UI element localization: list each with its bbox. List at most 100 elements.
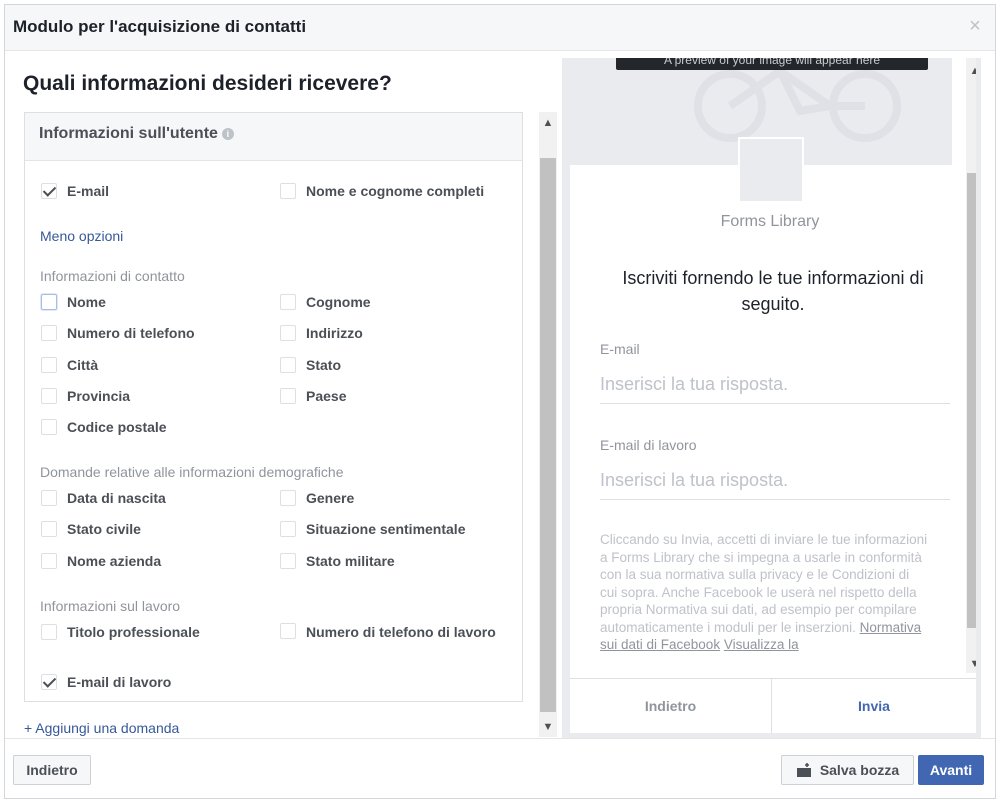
option-province[interactable]: Provincia xyxy=(41,387,130,405)
section-heading: Quali informazioni desideri ricevere? xyxy=(23,72,392,95)
cover-banner: A preview of your image will appear here xyxy=(616,58,928,70)
checkbox-postal-code[interactable] xyxy=(41,419,57,435)
checkbox-city[interactable] xyxy=(41,357,57,373)
checkbox-marital-status[interactable] xyxy=(41,521,57,537)
card-title: Informazioni sull'utente i xyxy=(39,125,234,143)
view-link[interactable]: Visualizza la xyxy=(724,637,799,652)
option-postal-code[interactable]: Codice postale xyxy=(41,418,167,436)
close-icon[interactable]: × xyxy=(963,14,987,38)
email-field[interactable]: Inserisci la tua risposta. xyxy=(600,364,950,404)
option-label: E-mail xyxy=(67,183,110,199)
checkbox-state[interactable] xyxy=(280,357,296,373)
checkbox-work-email[interactable] xyxy=(41,674,57,690)
scroll-up-icon[interactable]: ▲ xyxy=(539,114,557,132)
option-gender[interactable]: Genere xyxy=(280,489,354,507)
preview-back-button[interactable]: Indietro xyxy=(570,679,772,733)
option-city[interactable]: Città xyxy=(41,356,98,374)
section-title-work: Informazioni sul lavoro xyxy=(40,598,181,614)
checkbox-country[interactable] xyxy=(280,388,296,404)
work-email-field[interactable]: Inserisci la tua risposta. xyxy=(600,460,950,500)
info-icon[interactable]: i xyxy=(221,127,234,140)
option-phone[interactable]: Numero di telefono xyxy=(41,324,195,342)
form-heading: Iscriviti fornendo le tue informazioni d… xyxy=(622,268,924,314)
option-label: Situazione sentimentale xyxy=(306,521,466,537)
option-address[interactable]: Indirizzo xyxy=(280,324,363,342)
add-question-link[interactable]: + Aggiungi una domanda xyxy=(24,720,179,736)
preview-scrollbar[interactable]: ▲ ▼ xyxy=(966,58,976,673)
option-marital-status[interactable]: Stato civile xyxy=(41,520,141,538)
page-logo xyxy=(738,137,804,203)
dialog-header: Modulo per l'acquisizione di contatti × xyxy=(5,5,995,51)
save-draft-icon xyxy=(796,763,811,777)
option-job-title[interactable]: Titolo professionale xyxy=(41,623,200,641)
option-label: Data di nascita xyxy=(67,490,166,506)
option-label: Città xyxy=(67,357,99,373)
option-label: Numero di telefono di lavoro xyxy=(306,624,496,640)
checkbox-full-name[interactable] xyxy=(280,183,296,199)
checkbox-first-name[interactable] xyxy=(41,294,57,310)
option-work-phone[interactable]: Numero di telefono di lavoro xyxy=(280,622,510,642)
left-scrollbar-thumb[interactable] xyxy=(540,158,556,712)
field-label-email: E-mail xyxy=(600,341,640,357)
option-birth-date[interactable]: Data di nascita xyxy=(41,489,166,507)
option-work-email[interactable]: E-mail di lavoro xyxy=(41,673,171,691)
option-military-status[interactable]: Stato militare xyxy=(280,552,395,570)
option-first-name[interactable]: Nome xyxy=(41,293,106,311)
checkbox-email[interactable] xyxy=(41,183,57,199)
bicycle-illustration xyxy=(694,66,901,142)
option-label: Stato civile xyxy=(67,521,141,537)
card-title-text: Informazioni sull'utente xyxy=(39,125,218,142)
lead-form-dialog: Modulo per l'acquisizione di contatti × … xyxy=(4,4,996,799)
option-last-name[interactable]: Cognome xyxy=(280,293,371,311)
scroll-down-icon[interactable]: ▼ xyxy=(539,718,557,736)
option-label: Numero di telefono xyxy=(67,325,195,341)
checkbox-work-phone[interactable] xyxy=(280,623,296,639)
field-label-work-email: E-mail di lavoro xyxy=(600,437,697,453)
option-email[interactable]: E-mail xyxy=(41,182,109,200)
option-label: Indirizzo xyxy=(306,325,363,341)
option-label: Cognome xyxy=(306,294,371,310)
section-title-contact: Informazioni di contatto xyxy=(40,268,185,284)
option-label: Provincia xyxy=(67,388,131,404)
checkbox-company-name[interactable] xyxy=(41,553,57,569)
checkbox-address[interactable] xyxy=(280,325,296,341)
preview-send-button[interactable]: Invia xyxy=(772,679,976,733)
option-label: Codice postale xyxy=(67,419,167,435)
form-preview-panel: A preview of your image will appear here… xyxy=(562,58,981,738)
dialog-title: Modulo per l'acquisizione di contatti xyxy=(13,17,307,36)
next-button[interactable]: Avanti xyxy=(918,755,984,785)
scroll-down-icon[interactable]: ▼ xyxy=(966,655,976,673)
preview-footer: Indietro Invia xyxy=(570,678,976,733)
back-button[interactable]: Indietro xyxy=(13,755,91,785)
less-options-link[interactable]: Meno opzioni xyxy=(40,228,123,244)
option-label: Nome xyxy=(67,294,106,310)
option-country[interactable]: Paese xyxy=(280,387,346,405)
checkbox-province[interactable] xyxy=(41,388,57,404)
checkbox-last-name[interactable] xyxy=(280,294,296,310)
checkbox-gender[interactable] xyxy=(280,490,296,506)
scroll-up-icon[interactable]: ▲ xyxy=(966,62,976,80)
preview-scrollbar-thumb[interactable] xyxy=(967,173,976,628)
save-draft-button[interactable]: Salva bozza xyxy=(781,755,914,785)
page-name: Forms Library xyxy=(720,213,820,230)
option-label: Stato xyxy=(306,357,341,373)
option-label: Paese xyxy=(306,388,347,404)
option-label: Stato militare xyxy=(306,553,395,569)
option-full-name[interactable]: Nome e cognome completi xyxy=(280,182,484,200)
phone-preview: A preview of your image will appear here… xyxy=(570,58,976,733)
checkbox-military-status[interactable] xyxy=(280,553,296,569)
checkbox-birth-date[interactable] xyxy=(41,490,57,506)
checkbox-phone[interactable] xyxy=(41,325,57,341)
option-state[interactable]: Stato xyxy=(280,356,341,374)
checkbox-job-title[interactable] xyxy=(41,624,57,640)
option-label: Titolo professionale xyxy=(67,624,200,640)
option-company-name[interactable]: Nome azienda xyxy=(41,552,161,570)
option-label: Nome e cognome completi xyxy=(306,183,485,199)
section-title-demographics: Domande relative alle informazioni demog… xyxy=(40,464,344,480)
left-scrollbar[interactable]: ▲ ▼ xyxy=(539,112,557,737)
option-relationship[interactable]: Situazione sentimentale xyxy=(280,520,465,538)
option-label: Nome azienda xyxy=(67,553,162,569)
save-draft-label: Salva bozza xyxy=(819,762,900,778)
card-header: Informazioni sull'utente i xyxy=(25,113,522,161)
checkbox-relationship[interactable] xyxy=(280,521,296,537)
